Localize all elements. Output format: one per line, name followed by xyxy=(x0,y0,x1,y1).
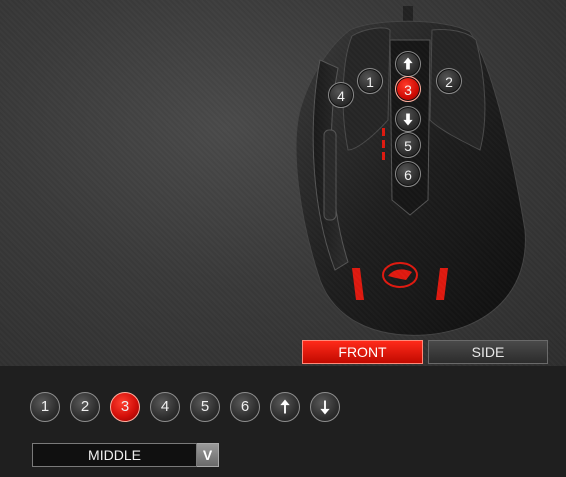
select-button-scroll-down[interactable] xyxy=(310,392,340,422)
mouse-button-1[interactable]: 1 xyxy=(357,68,383,94)
mouse-preview-panel: 4 1 3 2 5 6 FRONT SIDE xyxy=(0,0,566,366)
mouse-button-scroll-down[interactable] xyxy=(395,106,421,132)
up-arrow-icon xyxy=(280,399,290,414)
down-arrow-icon xyxy=(320,400,330,415)
front-view-button[interactable]: FRONT xyxy=(302,340,423,364)
select-button-scroll-up[interactable] xyxy=(270,392,300,422)
select-button-3[interactable]: 3 xyxy=(110,392,140,422)
function-dropdown[interactable]: MIDDLE V xyxy=(32,443,219,467)
mouse-button-scroll-up[interactable] xyxy=(395,51,421,77)
select-button-4[interactable]: 4 xyxy=(150,392,180,422)
mouse-config-app: 4 1 3 2 5 6 FRONT SIDE 1 2 3 4 5 6 MIDDL… xyxy=(0,0,566,477)
select-button-1[interactable]: 1 xyxy=(30,392,60,422)
select-button-6[interactable]: 6 xyxy=(230,392,260,422)
mouse-button-2[interactable]: 2 xyxy=(436,68,462,94)
mouse-button-4[interactable]: 4 xyxy=(328,82,354,108)
button-selector-row: 1 2 3 4 5 6 xyxy=(30,392,340,422)
down-arrow-icon xyxy=(403,113,413,126)
function-dropdown-value: MIDDLE xyxy=(32,443,197,467)
select-button-2[interactable]: 2 xyxy=(70,392,100,422)
mouse-button-3[interactable]: 3 xyxy=(395,76,421,102)
mouse-button-6[interactable]: 6 xyxy=(395,161,421,187)
up-arrow-icon xyxy=(403,57,413,70)
side-view-button[interactable]: SIDE xyxy=(428,340,548,364)
select-button-5[interactable]: 5 xyxy=(190,392,220,422)
mouse-button-5[interactable]: 5 xyxy=(395,132,421,158)
chevron-down-icon[interactable]: V xyxy=(197,443,219,467)
